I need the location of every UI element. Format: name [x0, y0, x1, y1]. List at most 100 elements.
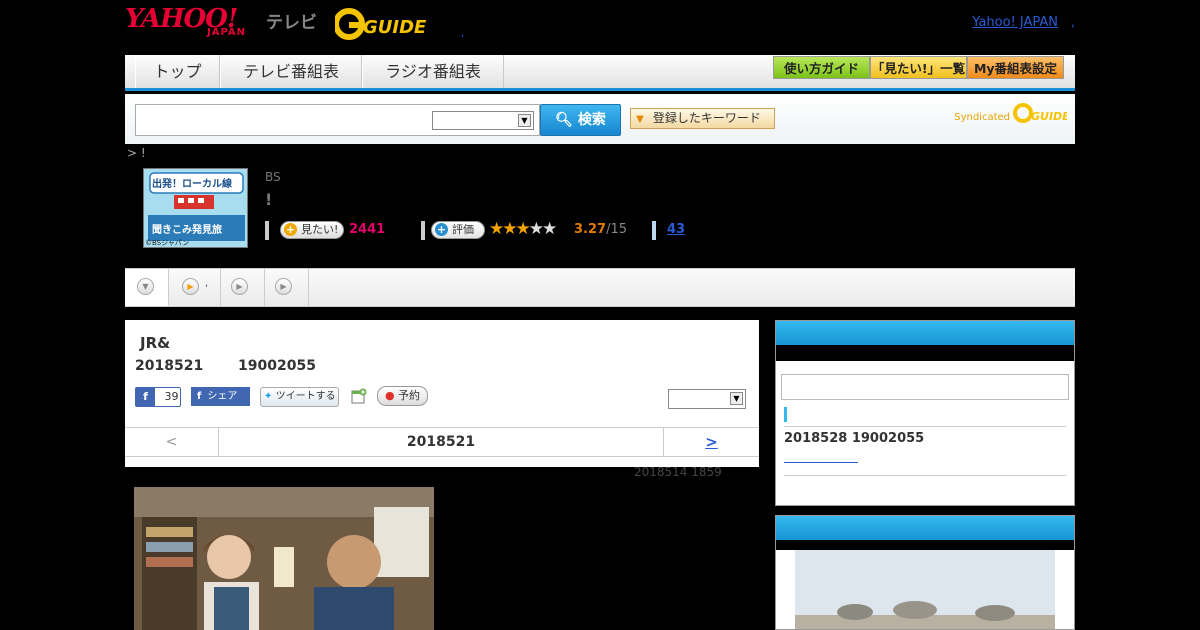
program-thumbnail[interactable]: 出発！ローカル線 聞きこみ発見旅 ©BSジャパン — [143, 168, 248, 248]
episode-date: 2018521 — [135, 358, 204, 374]
breadcrumb[interactable]: > ! — [127, 146, 146, 160]
pager-next[interactable]: > — [663, 428, 759, 456]
subtab-2[interactable]: ▶ , — [169, 269, 221, 306]
stat-divider — [652, 221, 656, 240]
gguide-logo[interactable]: GUIDE — [335, 8, 430, 40]
channel-name[interactable]: BS — [265, 170, 281, 184]
search-icon: 🔍︎ — [555, 112, 573, 128]
stat-divider — [421, 221, 425, 240]
rating-score-max: /15 — [606, 222, 627, 237]
star-filled-icon: ★ — [515, 219, 531, 239]
facebook-like-count: 39 — [164, 390, 179, 403]
chevron-down-icon: ▼ — [518, 114, 531, 127]
rating-stars: ★★★★★ — [489, 219, 557, 239]
sidebar-input[interactable] — [781, 374, 1069, 400]
episode-panel: JR& 2018521 19002055 f 39 f シェア ✦ ツイートする … — [125, 320, 759, 467]
review-count-link[interactable]: 43 — [667, 222, 685, 237]
syndicated-label: Syndicated — [954, 112, 1010, 123]
episode-select[interactable]: ▼ — [668, 389, 746, 409]
rating-button-label: 評価 — [452, 223, 474, 236]
sidebar-link[interactable] — [784, 461, 858, 463]
program-logo-text-bottom: 聞きこみ発見旅 — [152, 225, 222, 236]
usage-guide-button[interactable]: 使い方ガイド — [773, 56, 870, 79]
subtab-4[interactable]: ▶ — [265, 269, 309, 306]
tab-top[interactable]: トップ — [135, 55, 220, 88]
reserve-button-label: 予約 — [398, 389, 421, 402]
program-logo-credit: ©BSジャパン — [145, 239, 190, 247]
facebook-share-button[interactable]: f シェア — [191, 387, 250, 406]
rating-score: 3.27/15 — [574, 222, 627, 237]
rating-score-value: 3.27 — [574, 222, 607, 237]
subtab-separator: , — [205, 278, 209, 289]
mitai-button[interactable]: + 見たい! — [280, 221, 344, 239]
next-broadcast-box: 2018528 19002055 — [775, 320, 1075, 506]
facebook-share-label: シェア — [207, 391, 238, 402]
calendar-add-icon[interactable] — [351, 388, 367, 404]
next-air-datetime: 2018528 19002055 — [784, 431, 925, 446]
svg-text:GUIDE: GUIDE — [1031, 110, 1067, 123]
tweet-button[interactable]: ✦ ツイートする — [260, 387, 339, 407]
registered-keywords-label: 登録したキーワード — [652, 111, 761, 125]
episode-title: JR& — [140, 334, 171, 352]
program-subtabs: ▼ ▶ , ▶ ▶ — [125, 268, 1075, 307]
header-link-separator: , — [1071, 15, 1075, 29]
chevron-down-icon: ▼ — [730, 392, 743, 405]
program-title: ! — [265, 190, 273, 209]
date-pager: < 2018521 > — [125, 427, 759, 457]
subtab-active[interactable]: ▼ — [125, 269, 169, 306]
section-marker — [784, 407, 787, 422]
yahoo-japan-logo-text: JAPAN — [207, 27, 246, 38]
star-empty-icon: ★ — [542, 219, 557, 239]
play-icon: ▶ — [231, 278, 248, 295]
pager-prev[interactable]: < — [125, 428, 219, 456]
sidebar-box-header — [776, 516, 1074, 540]
search-button-label: 検索 — [577, 112, 606, 128]
subtab-3[interactable]: ▶ — [221, 269, 265, 306]
featured-image[interactable] — [795, 550, 1055, 630]
sidebar-box-subheader — [776, 345, 1074, 361]
gguide-small-logo: GUIDE — [1013, 103, 1067, 123]
stat-divider — [265, 221, 269, 240]
divider — [784, 475, 1066, 476]
episode-photo — [134, 487, 434, 630]
tab-tv-schedule[interactable]: テレビ番組表 — [220, 55, 362, 88]
dropdown-arrow-icon: ▼ — [636, 114, 644, 125]
mitai-button-label: 見たい! — [301, 223, 339, 236]
plus-icon: + — [435, 223, 448, 236]
facebook-icon: f — [136, 388, 155, 406]
search-button[interactable]: 🔍︎ 検索 — [540, 104, 621, 136]
star-filled-icon: ★ — [489, 219, 504, 239]
registered-keywords-button[interactable]: ▼ 登録したキーワード — [630, 108, 775, 129]
star-filled-icon: ★ — [502, 219, 517, 239]
episode-time: 19002055 — [238, 358, 316, 374]
twitter-bird-icon: ✦ — [264, 391, 273, 402]
yahoo-japan-link[interactable]: Yahoo! JAPAN — [972, 15, 1058, 30]
play-icon: ▶ — [275, 278, 292, 295]
header-dot: , — [461, 28, 465, 39]
facebook-icon: f — [197, 391, 202, 402]
my-schedule-settings-button[interactable]: My番組表設定 — [967, 56, 1064, 79]
reserve-button[interactable]: ● 予約 — [377, 386, 428, 406]
rating-button[interactable]: + 評価 — [431, 221, 485, 239]
mitai-list-button[interactable]: 「見たい!」一覧 — [870, 56, 967, 79]
tab-radio-schedule[interactable]: ラジオ番組表 — [362, 55, 504, 88]
pager-date: 2018521 — [406, 434, 476, 450]
sidebar-featured-box — [775, 515, 1075, 630]
plus-icon: + — [284, 223, 297, 236]
tv-logo[interactable]: テレビ — [266, 8, 317, 33]
search-category-select[interactable]: ▼ — [432, 111, 534, 130]
record-dot-icon: ● — [384, 389, 395, 402]
chevron-down-icon: ▼ — [137, 278, 154, 295]
svg-text:GUIDE: GUIDE — [363, 17, 427, 38]
previous-air-date[interactable]: 2018514 1859 — [634, 465, 722, 479]
divider — [784, 426, 1066, 427]
program-logo-text-top: 出発！ローカル線 — [152, 179, 232, 190]
mitai-count: 2441 — [349, 222, 386, 237]
sidebar-box-header — [776, 321, 1074, 345]
facebook-like-button[interactable]: f 39 — [135, 387, 181, 407]
play-icon: ▶ — [182, 278, 199, 295]
search-bar: ▼ 🔍︎ 検索 ▼ 登録したキーワード Syndicated GUIDE — [125, 94, 1075, 144]
tweet-button-label: ツイートする — [275, 391, 336, 402]
main-nav: トップ テレビ番組表 ラジオ番組表 使い方ガイド 「見たい!」一覧 My番組表設… — [125, 55, 1075, 91]
site-header: YAHOO! JAPAN テレビ GUIDE , Yahoo! JAPAN , — [125, 0, 1075, 55]
